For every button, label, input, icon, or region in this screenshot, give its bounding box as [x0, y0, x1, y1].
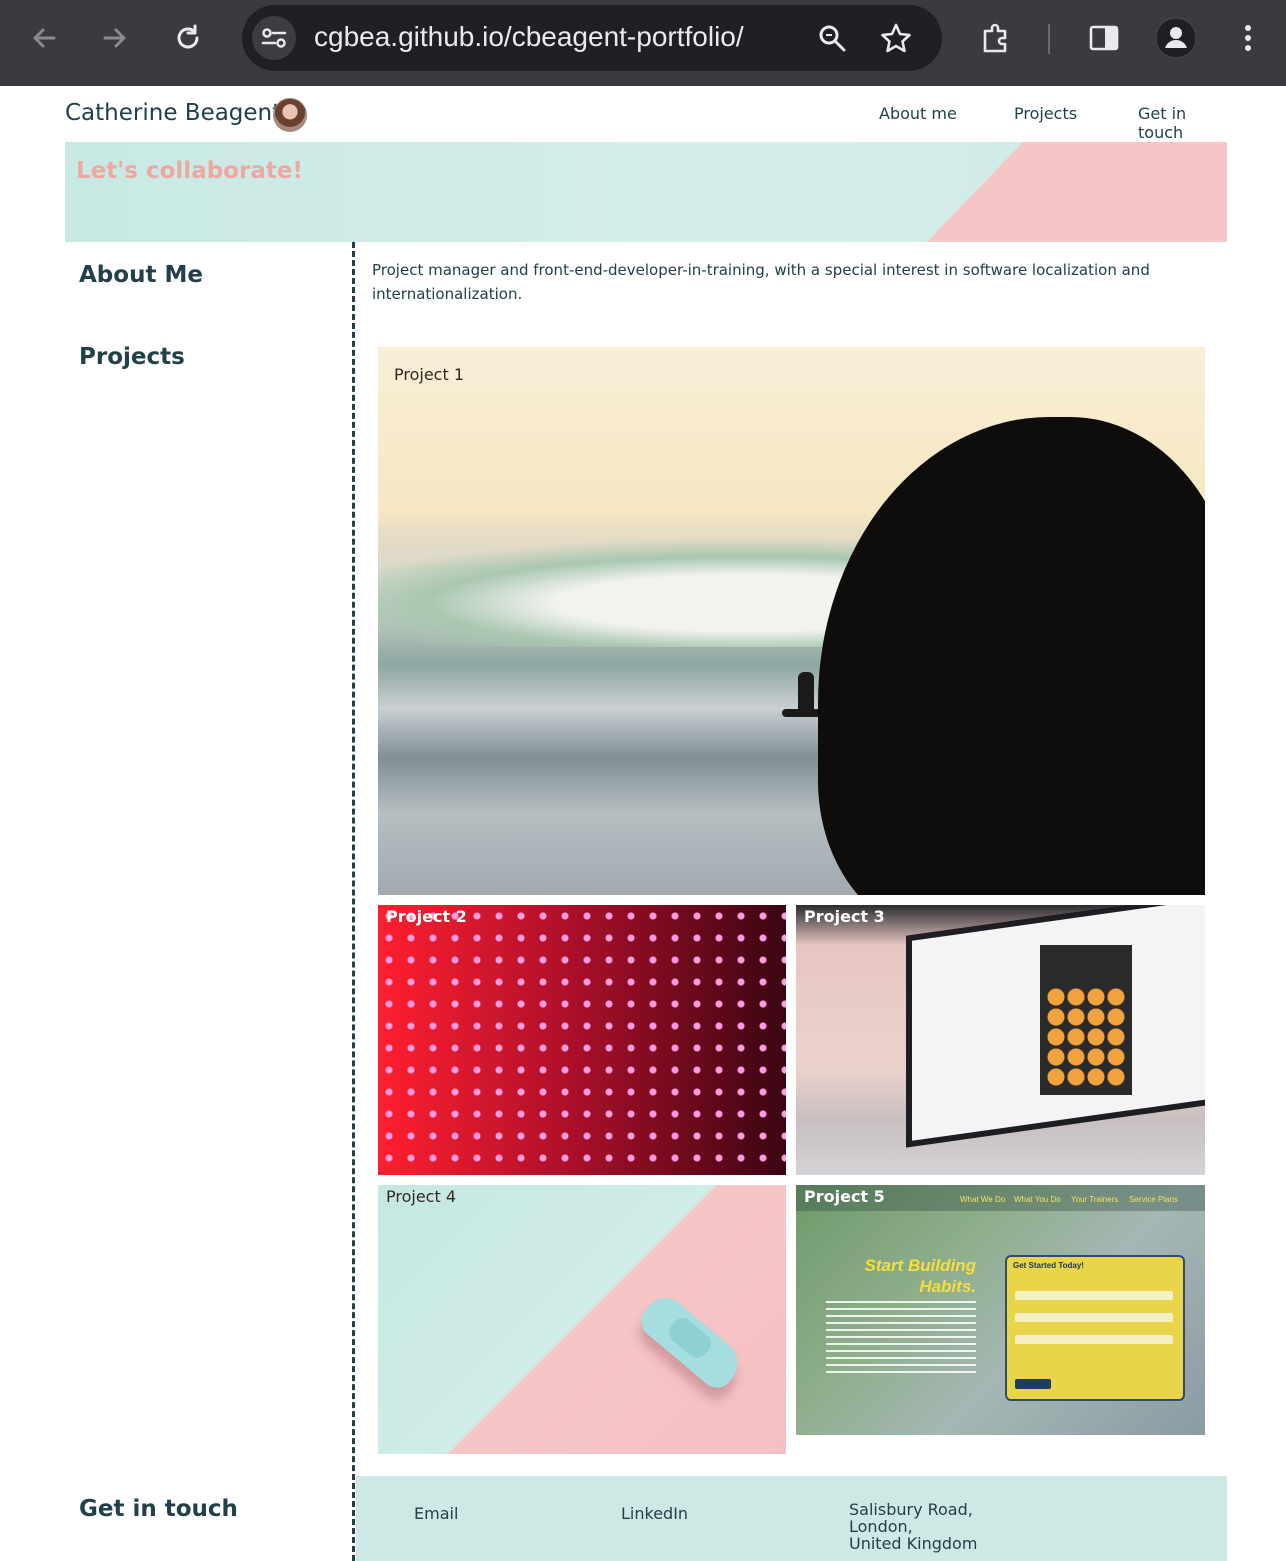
- screenshot-field: [1015, 1291, 1173, 1300]
- profile-avatar-icon[interactable]: [1156, 18, 1196, 58]
- site-header: Catherine Beagent About me Projects Get …: [65, 86, 1227, 142]
- project-1-label: Project 1: [394, 365, 465, 384]
- project-5-label: Project 5: [804, 1187, 885, 1206]
- nav-link-about[interactable]: About me: [879, 104, 957, 123]
- side-panel-icon[interactable]: [1086, 20, 1122, 56]
- linkedin-link[interactable]: LinkedIn: [621, 1505, 688, 1522]
- screenshot-nav-item: Your Trainers: [1071, 1195, 1119, 1204]
- dashed-divider: [352, 242, 355, 1561]
- contact-heading: Get in touch: [79, 1496, 238, 1522]
- email-link[interactable]: Email: [414, 1505, 458, 1522]
- project-5-card[interactable]: What We Do What You Do Your Trainers Ser…: [796, 1185, 1205, 1435]
- screenshot-form-title: Get Started Today!: [1013, 1261, 1084, 1270]
- hero-banner: Let's collaborate!: [65, 142, 1227, 242]
- project-2-label: Project 2: [386, 907, 467, 926]
- forward-button[interactable]: [97, 20, 133, 56]
- contact-footer: Email LinkedIn Salisbury Road, London, U…: [356, 1476, 1227, 1561]
- reload-button[interactable]: [170, 20, 206, 56]
- screenshot-nav-item: Service Plans: [1129, 1195, 1178, 1204]
- project-4-label: Project 4: [386, 1187, 457, 1206]
- screenshot-form-button: [1015, 1379, 1051, 1389]
- reload-icon: [177, 24, 199, 49]
- search-icon[interactable]: [816, 22, 848, 54]
- screenshot-headline: Start Building Habits.: [848, 1255, 976, 1297]
- site-info-button[interactable]: [252, 16, 296, 60]
- url-text[interactable]: cgbea.github.io/cbeagent-portfolio/: [314, 21, 744, 53]
- back-button[interactable]: [26, 20, 62, 56]
- project-3-card[interactable]: Project 3: [796, 905, 1205, 1175]
- address-bar[interactable]: cgbea.github.io/cbeagent-portfolio/: [242, 5, 942, 71]
- bookmark-star-icon[interactable]: [880, 22, 912, 54]
- extensions-icon[interactable]: [978, 20, 1014, 56]
- about-heading: About Me: [79, 262, 203, 288]
- more-menu-icon[interactable]: [1230, 20, 1266, 56]
- forward-arrow-icon: [103, 28, 126, 48]
- screenshot-paragraph: [826, 1301, 976, 1377]
- address-line-2: London,: [849, 1517, 913, 1536]
- site-title[interactable]: Catherine Beagent: [65, 100, 281, 126]
- toolbar-separator: [1048, 24, 1050, 54]
- nav-link-projects[interactable]: Projects: [1014, 104, 1077, 123]
- tune-icon: [261, 28, 287, 48]
- person-silhouette: [818, 417, 1205, 895]
- hero-title: Let's collaborate!: [76, 158, 303, 184]
- screenshot-headline-line-1: Start Building: [864, 1256, 976, 1275]
- address: Salisbury Road, London, United Kingdom: [849, 1501, 977, 1552]
- calculator-keys: [1046, 987, 1126, 1087]
- address-line-1: Salisbury Road,: [849, 1500, 973, 1519]
- project-3-label: Project 3: [804, 907, 885, 926]
- screenshot-form: Get Started Today!: [1005, 1255, 1185, 1401]
- screenshot-headline-line-2: Habits.: [919, 1277, 976, 1296]
- project-1-card[interactable]: Project 1: [378, 347, 1205, 895]
- browser-toolbar: cgbea.github.io/cbeagent-portfolio/: [0, 0, 1286, 86]
- profile-photo: [273, 98, 307, 132]
- screenshot-field: [1015, 1313, 1173, 1322]
- screenshot-nav-item: What You Do: [1014, 1195, 1061, 1204]
- hero-pink-diagonal: [927, 142, 1227, 242]
- address-line-3: United Kingdom: [849, 1534, 978, 1553]
- back-arrow-icon: [33, 28, 56, 48]
- projects-heading: Projects: [79, 344, 185, 370]
- screenshot-field: [1015, 1335, 1173, 1344]
- about-text: Project manager and front-end-developer-…: [372, 261, 1150, 303]
- nav-link-contact[interactable]: Get in touch: [1138, 104, 1227, 142]
- project-2-card[interactable]: Project 2: [378, 905, 786, 1175]
- screenshot-nav-item: What We Do: [960, 1195, 1006, 1204]
- project-4-card[interactable]: Project 4: [378, 1185, 786, 1454]
